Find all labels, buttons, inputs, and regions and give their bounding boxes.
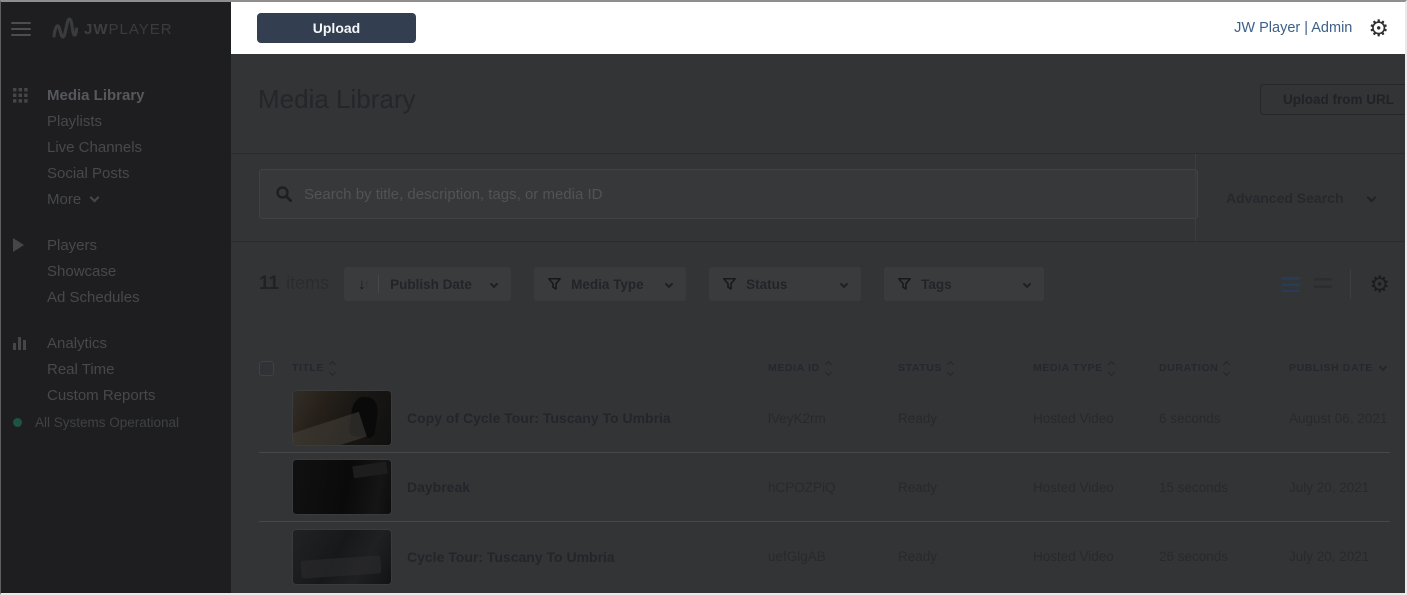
sidebar-item-analytics[interactable]: Analytics (1, 330, 231, 356)
video-thumbnail[interactable] (292, 529, 392, 585)
page-title: Media Library (258, 84, 416, 115)
settings-gear-icon[interactable]: ⚙ (1368, 17, 1389, 40)
funnel-icon (723, 278, 736, 290)
sidebar-item-players[interactable]: Players (1, 232, 231, 258)
toolbar: 11 items ↓ ↑ Publish Date M (231, 242, 1405, 352)
chevron-down-icon (1367, 193, 1377, 203)
list-view-dense-icon[interactable] (1282, 277, 1300, 292)
main-area: Upload JW Player | Admin ⚙ Media Library… (231, 2, 1405, 593)
column-header-duration[interactable]: DURATION (1159, 362, 1289, 375)
media-type: Hosted Video (1033, 411, 1159, 426)
media-type: Hosted Video (1033, 480, 1159, 495)
chevron-down-icon (840, 280, 848, 288)
sidebar: JWPLAYER Media Library Playlists Live Ch… (1, 2, 231, 593)
sidebar-item-ad-schedules[interactable]: Ad Schedules (1, 284, 231, 310)
media-status: Ready (898, 549, 1033, 564)
media-duration: 15 seconds (1159, 480, 1289, 495)
media-title[interactable]: Daybreak (407, 479, 768, 495)
sort-control[interactable]: ↓ ↑ Publish Date (344, 267, 511, 301)
media-duration: 26 seconds (1159, 549, 1289, 564)
funnel-icon (898, 278, 911, 290)
analytics-icon (13, 337, 35, 350)
media-publish-date: July 20, 2021 (1289, 549, 1390, 564)
table-row[interactable]: Daybreak hCPOZPiQ Ready Hosted Video 15 … (259, 453, 1390, 522)
upload-button[interactable]: Upload (257, 13, 416, 43)
sidebar-item-media-library[interactable]: Media Library (1, 82, 231, 108)
filter-media-type[interactable]: Media Type (534, 267, 686, 301)
media-publish-date: August 06, 2021 (1289, 411, 1390, 426)
media-publish-date: July 20, 2021 (1289, 480, 1390, 495)
media-id: hCPOZPiQ (768, 480, 898, 495)
search-input[interactable] (304, 186, 1181, 203)
media-status: Ready (898, 411, 1033, 426)
sidebar-item-live-channels[interactable]: Live Channels (1, 134, 231, 160)
account-link[interactable]: JW Player | Admin (1234, 20, 1352, 36)
sidebar-item-showcase[interactable]: Showcase (1, 258, 231, 284)
sort-carets-icon (1224, 362, 1229, 375)
chevron-down-icon (665, 280, 673, 288)
column-header-media-type[interactable]: MEDIA TYPE (1033, 362, 1159, 375)
list-view-loose-icon[interactable] (1314, 278, 1332, 291)
funnel-icon (548, 278, 561, 290)
page-header: Media Library Upload from URL (231, 54, 1405, 154)
advanced-search-toggle[interactable]: Advanced Search (1195, 154, 1405, 241)
sidebar-item-social-posts[interactable]: Social Posts (1, 160, 231, 186)
sort-desc-chevron-icon (1379, 362, 1387, 370)
divider (378, 275, 379, 293)
grid-icon (13, 88, 35, 103)
items-count: 11 items (259, 273, 329, 295)
column-header-media-id[interactable]: MEDIA ID (768, 362, 898, 375)
sidebar-nav: Media Library Playlists Live Channels So… (1, 82, 231, 408)
chevron-down-icon (490, 280, 498, 288)
upload-from-url-button[interactable]: Upload from URL (1260, 84, 1405, 115)
page-content-dimmed: Media Library Upload from URL Advanced S… (231, 54, 1405, 593)
logo-text: JWPLAYER (84, 21, 173, 38)
status-dot-icon (13, 418, 22, 427)
media-duration: 6 seconds (1159, 411, 1289, 426)
media-title[interactable]: Copy of Cycle Tour: Tuscany To Umbria (407, 410, 768, 426)
media-table: TITLE MEDIA ID STATUS MEDIA TYPE (231, 352, 1405, 591)
sort-carets-icon (948, 362, 953, 375)
sidebar-item-more[interactable]: More (1, 186, 231, 212)
table-settings-gear-icon[interactable]: ⚙ (1369, 273, 1390, 296)
system-status[interactable]: All Systems Operational (13, 415, 179, 430)
app-window: JWPLAYER Media Library Playlists Live Ch… (0, 0, 1407, 595)
select-all-checkbox[interactable] (259, 361, 274, 376)
chevron-down-icon (1023, 280, 1031, 288)
sidebar-item-label: Media Library (47, 87, 145, 104)
search-icon (276, 186, 292, 202)
media-title[interactable]: Cycle Tour: Tuscany To Umbria (407, 549, 768, 565)
filter-tags[interactable]: Tags (884, 267, 1044, 301)
column-header-title[interactable]: TITLE (292, 362, 768, 375)
media-status: Ready (898, 480, 1033, 495)
chevron-down-icon (90, 193, 100, 203)
play-icon (13, 238, 35, 252)
table-row[interactable]: Cycle Tour: Tuscany To Umbria uefGlgAB R… (259, 522, 1390, 591)
sort-carets-icon (1109, 362, 1114, 375)
divider (1350, 269, 1351, 299)
video-thumbnail[interactable] (292, 390, 392, 446)
table-header-row: TITLE MEDIA ID STATUS MEDIA TYPE (259, 352, 1390, 384)
sort-asc-arrow-icon: ↑ (364, 277, 371, 292)
topbar: Upload JW Player | Admin ⚙ (231, 2, 1405, 54)
status-label: All Systems Operational (35, 415, 179, 430)
media-type: Hosted Video (1033, 549, 1159, 564)
sort-carets-icon (826, 362, 831, 375)
media-id: lVeyK2rm (768, 411, 898, 426)
table-row[interactable]: Copy of Cycle Tour: Tuscany To Umbria lV… (259, 384, 1390, 453)
sort-carets-icon (330, 362, 335, 375)
hamburger-menu-icon[interactable] (11, 22, 31, 36)
search-box[interactable] (259, 169, 1198, 219)
jwplayer-logo: JWPLAYER (51, 16, 173, 42)
media-id: uefGlgAB (768, 549, 898, 564)
video-thumbnail[interactable] (292, 459, 392, 515)
filter-status[interactable]: Status (709, 267, 861, 301)
sidebar-item-real-time[interactable]: Real Time (1, 356, 231, 382)
sidebar-item-playlists[interactable]: Playlists (1, 108, 231, 134)
column-header-status[interactable]: STATUS (898, 362, 1033, 375)
column-header-publish-date[interactable]: PUBLISH DATE (1289, 362, 1390, 374)
sidebar-item-custom-reports[interactable]: Custom Reports (1, 382, 231, 408)
search-section: Advanced Search (231, 154, 1405, 242)
jw-wave-icon (51, 16, 79, 42)
